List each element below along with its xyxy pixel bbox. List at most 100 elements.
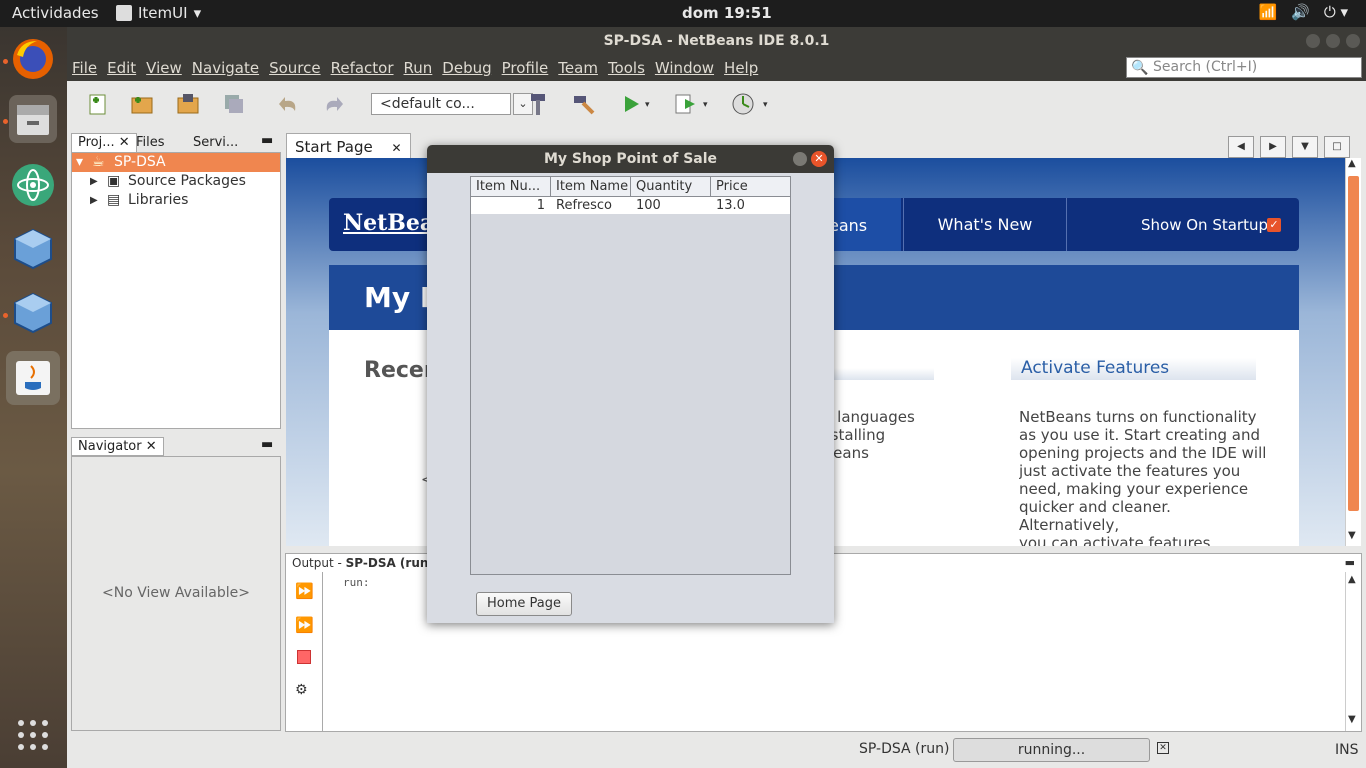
package-icon: ▣ (107, 173, 121, 189)
menu-view[interactable]: View (146, 59, 182, 77)
build-hammer-icon[interactable] (525, 91, 551, 117)
close-button[interactable] (1346, 34, 1360, 48)
scroll-left-icon[interactable]: ◀ (1228, 136, 1254, 158)
undo-icon[interactable] (275, 91, 301, 117)
menu-refactor[interactable]: Refactor (331, 59, 394, 77)
home-page-button[interactable]: Home Page (476, 592, 572, 616)
column-header-price[interactable]: Price (711, 177, 790, 196)
editor-tab-controls: ◀ ▶ ▼ □ (1228, 136, 1350, 158)
volume-icon[interactable]: 🔊 (1291, 3, 1310, 21)
tree-item-project[interactable]: ▾ ☕ SP-DSA (72, 153, 280, 172)
menu-navigate[interactable]: Navigate (192, 59, 259, 77)
cell-item-number[interactable]: 1 (471, 197, 551, 214)
show-documents-icon[interactable]: ▼ (1292, 136, 1318, 158)
column-header-item-name[interactable]: Item Name (551, 177, 631, 196)
close-icon[interactable]: ✕ (392, 141, 402, 155)
minimize-panel-icon[interactable]: ▬ (1345, 556, 1355, 569)
minimize-panel-icon[interactable]: ▬ (261, 133, 273, 148)
menu-help[interactable]: Help (724, 59, 758, 77)
clock[interactable]: dom 19:51 (682, 4, 772, 22)
output-tab[interactable]: Output - SP-DSA (run) (292, 556, 434, 570)
close-icon[interactable]: ✕ (119, 135, 130, 150)
cell-price[interactable]: 13.0 (711, 197, 790, 214)
app-menu[interactable]: ItemUI ▾ (116, 4, 201, 22)
run-project-icon[interactable]: ▾ (619, 91, 655, 117)
cancel-process-icon[interactable]: ✕ (1157, 742, 1169, 754)
new-file-icon[interactable] (85, 91, 111, 117)
menu-tools[interactable]: Tools (608, 59, 645, 77)
stop-icon[interactable] (297, 650, 311, 664)
tab-files[interactable]: Files (136, 135, 165, 150)
new-project-icon[interactable] (129, 91, 155, 117)
cell-item-name[interactable]: Refresco (551, 197, 631, 214)
minimize-panel-icon[interactable]: ▬ (261, 437, 273, 452)
tab-services[interactable]: Servi... (193, 135, 238, 150)
expanded-arrow-icon[interactable]: ▾ (76, 153, 83, 172)
menu-run[interactable]: Run (404, 59, 433, 77)
menu-source[interactable]: Source (269, 59, 321, 77)
tab-start-page[interactable]: Start Page ✕ (286, 133, 411, 158)
virtualbox-icon[interactable] (9, 225, 57, 273)
maximize-button[interactable] (1326, 34, 1340, 48)
scroll-down-icon[interactable]: ▼ (1348, 714, 1356, 725)
clean-build-icon[interactable] (571, 91, 597, 117)
files-icon[interactable] (9, 95, 57, 143)
tab-navigator-label: Navigator (78, 439, 142, 454)
minimize-button[interactable] (1306, 34, 1320, 48)
atom-icon[interactable] (9, 161, 57, 209)
scroll-up-icon[interactable]: ▲ (1348, 158, 1356, 169)
scroll-thumb[interactable] (1348, 176, 1359, 511)
menu-file[interactable]: File (72, 59, 97, 77)
activities-button[interactable]: Actividades (12, 4, 99, 22)
window-title: SP-DSA - NetBeans IDE 8.0.1 (603, 33, 830, 49)
menu-profile[interactable]: Profile (502, 59, 549, 77)
cell-quantity[interactable]: 100 (631, 197, 711, 214)
configuration-select[interactable]: <default co... ⌄ (371, 93, 533, 115)
rerun-icon[interactable]: ⏩ (295, 582, 314, 600)
close-icon[interactable]: ✕ (146, 439, 157, 454)
show-apps-icon[interactable] (9, 711, 57, 759)
collapsed-arrow-icon[interactable]: ▶ (90, 191, 98, 210)
rerun-with-params-icon[interactable]: ⏩ (295, 616, 314, 634)
system-tray[interactable]: 📶 🔊 ⏻ ▾ (1258, 3, 1348, 21)
collapsed-arrow-icon[interactable]: ▶ (90, 172, 98, 191)
search-input[interactable]: 🔍 Search (Ctrl+I) (1126, 57, 1362, 78)
menu-edit[interactable]: Edit (107, 59, 136, 77)
settings-icon[interactable]: ⚙ (295, 682, 308, 698)
java-app-icon[interactable] (6, 351, 60, 405)
virtualbox-icon-2[interactable] (9, 289, 57, 337)
scroll-down-icon[interactable]: ▼ (1348, 530, 1356, 541)
progress-label: running... (1017, 742, 1086, 758)
tree-item-libraries[interactable]: ▶ ▤ Libraries (72, 191, 280, 210)
column-header-item-number[interactable]: Item Nu... (471, 177, 551, 196)
save-all-icon[interactable] (221, 91, 247, 117)
column-header-quantity[interactable]: Quantity (631, 177, 711, 196)
tab-projects[interactable]: Proj... ✕ (71, 133, 137, 152)
editor-scrollbar[interactable]: ▲ ▼ (1345, 158, 1361, 546)
redo-icon[interactable] (321, 91, 347, 117)
profile-project-icon[interactable]: ▾ (731, 91, 771, 117)
dialog-titlebar[interactable]: My Shop Point of Sale ✕ (427, 145, 834, 173)
show-on-startup-checkbox[interactable]: ✓ (1267, 218, 1281, 232)
progress-bar[interactable]: running... (953, 738, 1150, 762)
close-button[interactable]: ✕ (811, 151, 827, 167)
scroll-up-icon[interactable]: ▲ (1348, 574, 1356, 585)
table-row[interactable]: 1 Refresco 100 13.0 (471, 197, 790, 214)
scroll-right-icon[interactable]: ▶ (1260, 136, 1286, 158)
app-name: ItemUI (138, 4, 188, 22)
tree-item-source-packages[interactable]: ▶ ▣ Source Packages (72, 172, 280, 191)
firefox-icon[interactable] (9, 35, 57, 83)
tab-navigator[interactable]: Navigator ✕ (71, 437, 164, 456)
menu-debug[interactable]: Debug (442, 59, 491, 77)
tab-whats-new[interactable]: What's New (903, 198, 1067, 251)
output-scrollbar[interactable]: ▲ ▼ (1345, 572, 1361, 731)
minimize-button[interactable] (793, 152, 807, 166)
maximize-editor-icon[interactable]: □ (1324, 136, 1350, 158)
menu-window[interactable]: Window (655, 59, 714, 77)
wifi-icon[interactable]: 📶 (1258, 3, 1277, 21)
power-icon[interactable]: ⏻ ▾ (1324, 3, 1348, 21)
debug-project-icon[interactable]: ▾ (673, 91, 713, 117)
output-text: run: (343, 576, 370, 589)
menu-team[interactable]: Team (558, 59, 598, 77)
open-project-icon[interactable] (175, 91, 201, 117)
